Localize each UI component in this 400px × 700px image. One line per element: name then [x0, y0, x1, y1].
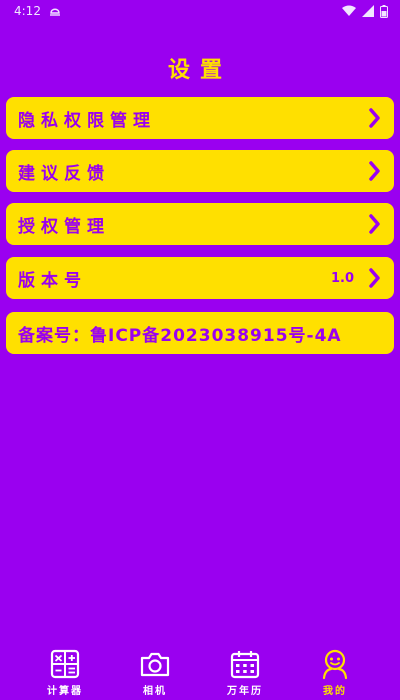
menu-item-privacy[interactable]: 隐私权限管理 [6, 97, 394, 139]
filing-number-row: 备案号：鲁ICP备2023038915号-4A [6, 312, 394, 354]
camera-icon [140, 652, 170, 677]
version-value: 1.0 [330, 270, 354, 286]
menu-item-label: 建议反馈 [18, 163, 110, 184]
status-left: 4:12 [14, 4, 61, 18]
menu-item-authorization[interactable]: 授权管理 [6, 203, 394, 245]
status-time: 4:12 [14, 4, 41, 18]
chevron-right-icon [369, 268, 380, 288]
filing-number-text: 备案号：鲁ICP备2023038915号-4A [18, 325, 342, 346]
chevron-right-icon [369, 108, 380, 128]
nav-label: 我的 [323, 686, 347, 697]
chevron-right-icon [369, 214, 380, 234]
nav-item-calendar[interactable]: 万年历 [215, 648, 275, 697]
nav-label: 万年历 [227, 686, 263, 697]
page-title: 设置 [167, 58, 232, 83]
status-right [342, 4, 388, 18]
nav-item-mine[interactable]: 我的 [305, 648, 365, 697]
smiley-icon [322, 649, 348, 680]
menu-item-label: 版本号 [18, 270, 87, 291]
calendar-icon [230, 651, 260, 679]
menu-item-label: 隐私权限管理 [18, 110, 156, 131]
calculator-icon [50, 649, 80, 679]
notification-icon [49, 8, 60, 16]
nav-item-calculator[interactable]: 计算器 [35, 648, 95, 697]
menu-item-feedback[interactable]: 建议反馈 [6, 150, 394, 192]
wifi-icon [342, 5, 356, 16]
nav-item-camera[interactable]: 相机 [125, 648, 185, 697]
signal-icon [362, 5, 374, 17]
nav-label: 相机 [143, 686, 167, 697]
menu-item-label: 授权管理 [18, 216, 110, 237]
battery-icon [380, 4, 388, 18]
chevron-right-icon [369, 161, 380, 181]
nav-label: 计算器 [47, 686, 83, 697]
status-bar: 4:12 [0, 0, 400, 22]
menu-item-version[interactable]: 版本号 1.0 [6, 257, 394, 299]
bottom-nav: 计算器 相机 万年历 我的 [0, 648, 400, 700]
